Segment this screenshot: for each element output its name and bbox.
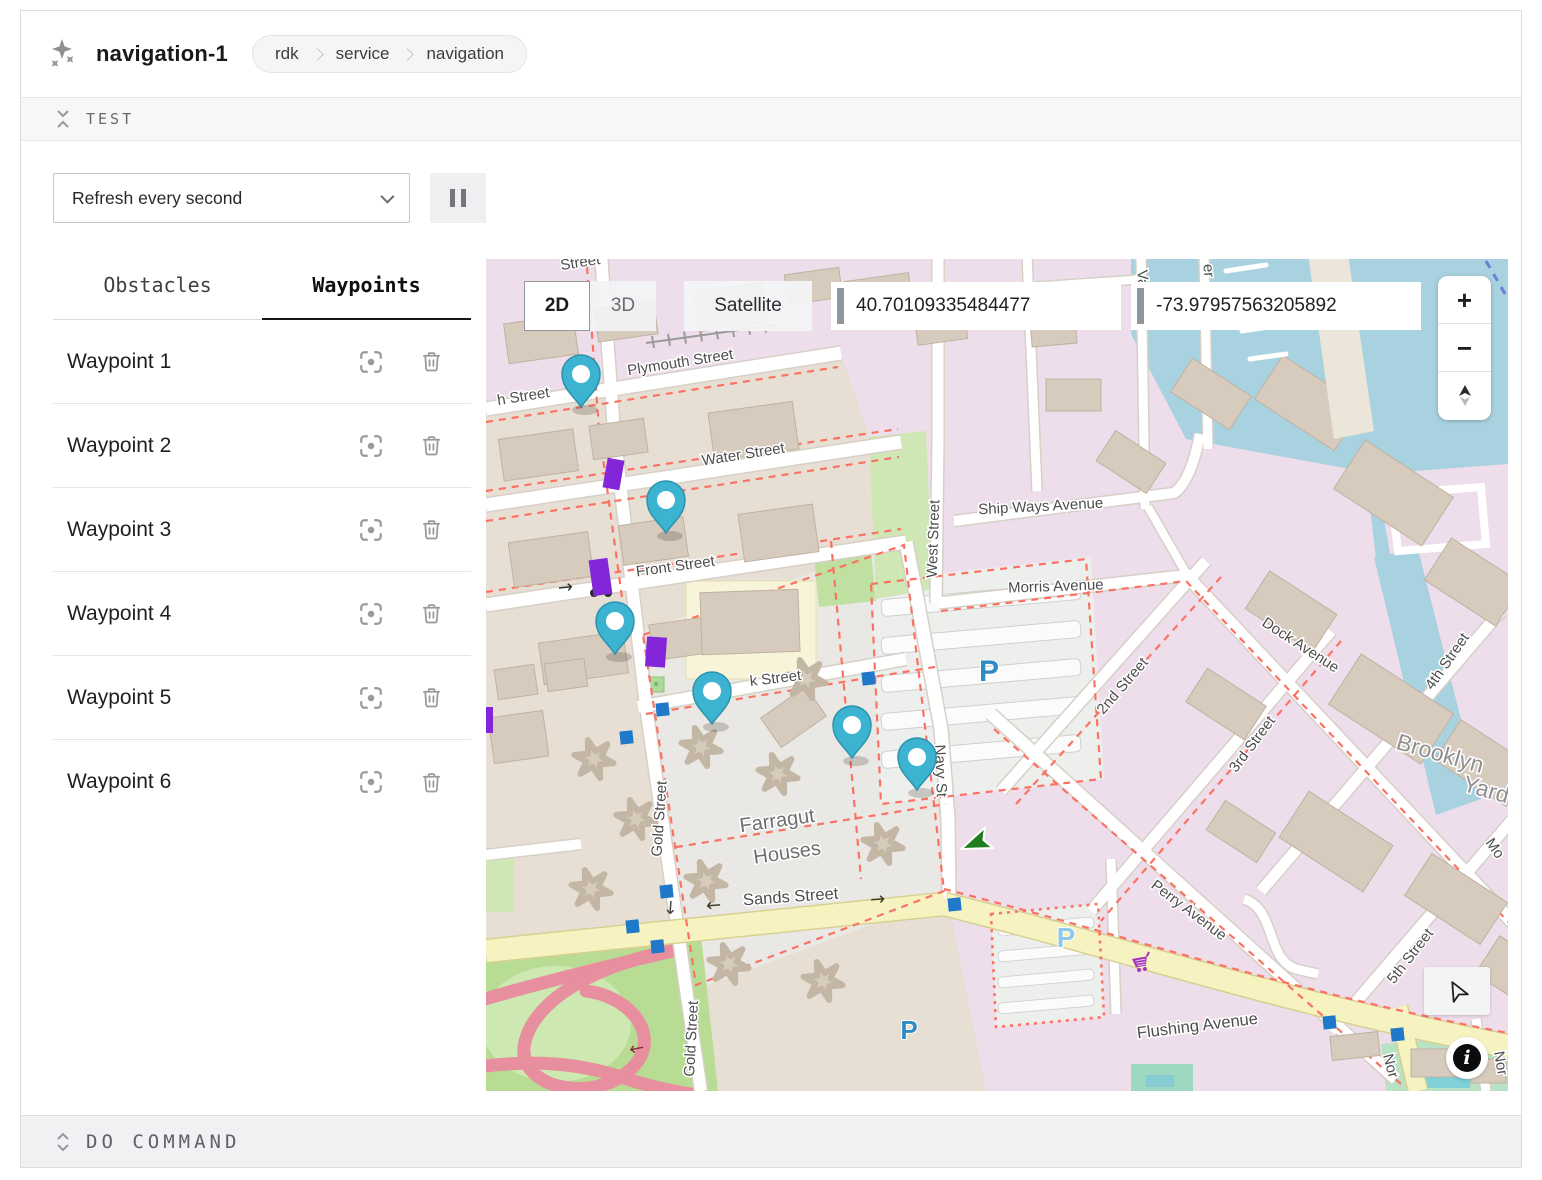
refresh-controls: Refresh every second <box>21 141 1521 223</box>
longitude-input[interactable] <box>1144 282 1421 330</box>
focus-waypoint-button[interactable] <box>358 769 384 795</box>
breadcrumb-item-rdk[interactable]: rdk <box>275 44 299 64</box>
latitude-input[interactable] <box>844 282 1121 330</box>
focus-waypoint-button[interactable] <box>358 433 384 459</box>
navigation-service-icon <box>46 37 80 71</box>
focus-waypoint-button[interactable] <box>358 517 384 543</box>
waypoint-row: Waypoint 6 <box>53 740 471 824</box>
map-mode-toggle: 2D 3D <box>524 281 656 331</box>
delete-waypoint-button[interactable] <box>420 350 443 373</box>
pause-refresh-button[interactable] <box>430 173 486 223</box>
delete-waypoint-button[interactable] <box>420 602 443 625</box>
tab-obstacles[interactable]: Obstacles <box>53 259 262 319</box>
delete-waypoint-button[interactable] <box>420 686 443 709</box>
svg-text:West Street: West Street <box>924 499 944 578</box>
tab-waypoints[interactable]: Waypoints <box>262 259 471 319</box>
svg-text:P: P <box>979 655 999 688</box>
map-2d-button[interactable]: 2D <box>524 281 590 331</box>
zoom-out-button[interactable]: − <box>1438 324 1491 372</box>
map-3d-button[interactable]: 3D <box>590 281 656 331</box>
page-title: navigation-1 <box>96 41 228 67</box>
svg-text:→: → <box>557 576 574 598</box>
latitude-accent-bar <box>837 288 844 324</box>
svg-text:er: er <box>1199 263 1217 278</box>
delete-waypoint-button[interactable] <box>420 771 443 794</box>
chevron-down-icon <box>380 190 394 204</box>
map-canvas[interactable]: Streeth StreetPlymouth StreetWater Stree… <box>486 259 1508 1091</box>
waypoint-label: Waypoint 2 <box>67 434 358 458</box>
breadcrumb-item-service[interactable]: service <box>336 44 390 64</box>
waypoint-label: Waypoint 6 <box>67 770 358 794</box>
longitude-accent-bar <box>1137 288 1144 324</box>
svg-text:↓: ↓ <box>662 898 679 920</box>
navigation-service-card: navigation-1 rdk service navigation TEST R… <box>20 10 1522 1168</box>
waypoints-panel: Obstacles Waypoints Waypoint 1 Waypoint 2… <box>53 259 471 1091</box>
pause-icon <box>450 189 455 207</box>
svg-text:P: P <box>900 1015 917 1045</box>
focus-waypoint-button[interactable] <box>358 601 384 627</box>
attribution-info-button[interactable]: i <box>1446 1037 1488 1079</box>
waypoint-label: Waypoint 4 <box>67 602 358 626</box>
waypoint-label: Waypoint 3 <box>67 518 358 542</box>
map-region[interactable]: Streeth StreetPlymouth StreetWater Stree… <box>486 259 1508 1091</box>
test-section-label: TEST <box>86 110 134 128</box>
svg-text:←: ← <box>705 895 722 917</box>
navigation-arrow-icon <box>1445 979 1469 1003</box>
waypoint-row: Waypoint 3 <box>53 488 471 572</box>
test-section-bar[interactable]: TEST <box>21 97 1521 141</box>
do-command-bar[interactable]: DO COMMAND <box>21 1115 1521 1167</box>
focus-waypoint-button[interactable] <box>358 349 384 375</box>
zoom-in-button[interactable]: + <box>1438 276 1491 324</box>
waypoint-row: Waypoint 2 <box>53 404 471 488</box>
svg-text:→: → <box>869 889 886 911</box>
do-command-label: DO COMMAND <box>86 1131 240 1153</box>
waypoint-list: Waypoint 1 Waypoint 2 Waypoint 3 Waypoint 4… <box>53 320 471 824</box>
latitude-field <box>831 282 1121 330</box>
locate-button[interactable] <box>1424 967 1490 1015</box>
satellite-button[interactable]: Satellite <box>684 281 812 331</box>
compass-icon <box>1454 384 1476 408</box>
svg-text:P: P <box>1057 922 1076 953</box>
obstacle-marker <box>645 636 667 667</box>
waypoint-label: Waypoint 1 <box>67 350 358 374</box>
longitude-field <box>1131 282 1421 330</box>
delete-waypoint-button[interactable] <box>420 434 443 457</box>
compass-button[interactable] <box>1438 372 1491 420</box>
collapse-icon <box>56 109 70 129</box>
waypoint-label: Waypoint 5 <box>67 686 358 710</box>
waypoint-row: Waypoint 4 <box>53 572 471 656</box>
panel-tabs: Obstacles Waypoints <box>53 259 471 320</box>
card-header: navigation-1 rdk service navigation <box>21 11 1521 97</box>
expand-icon <box>56 1132 70 1152</box>
refresh-rate-select[interactable]: Refresh every second <box>53 173 410 223</box>
info-icon: i <box>1453 1044 1481 1072</box>
focus-waypoint-button[interactable] <box>358 685 384 711</box>
breadcrumb-item-navigation[interactable]: navigation <box>426 44 504 64</box>
breadcrumb-separator-icon <box>402 48 415 61</box>
delete-waypoint-button[interactable] <box>420 518 443 541</box>
breadcrumb: rdk service navigation <box>252 35 527 73</box>
refresh-rate-value: Refresh every second <box>72 188 242 209</box>
main-content: Obstacles Waypoints Waypoint 1 Waypoint 2… <box>21 223 1521 1091</box>
svg-text:Morris Avenue: Morris Avenue <box>1008 576 1104 596</box>
map-zoom-control: + − <box>1438 276 1491 420</box>
waypoint-row: Waypoint 5 <box>53 656 471 740</box>
breadcrumb-separator-icon <box>311 48 324 61</box>
obstacle-marker <box>486 707 493 733</box>
waypoint-row: Waypoint 1 <box>53 320 471 404</box>
